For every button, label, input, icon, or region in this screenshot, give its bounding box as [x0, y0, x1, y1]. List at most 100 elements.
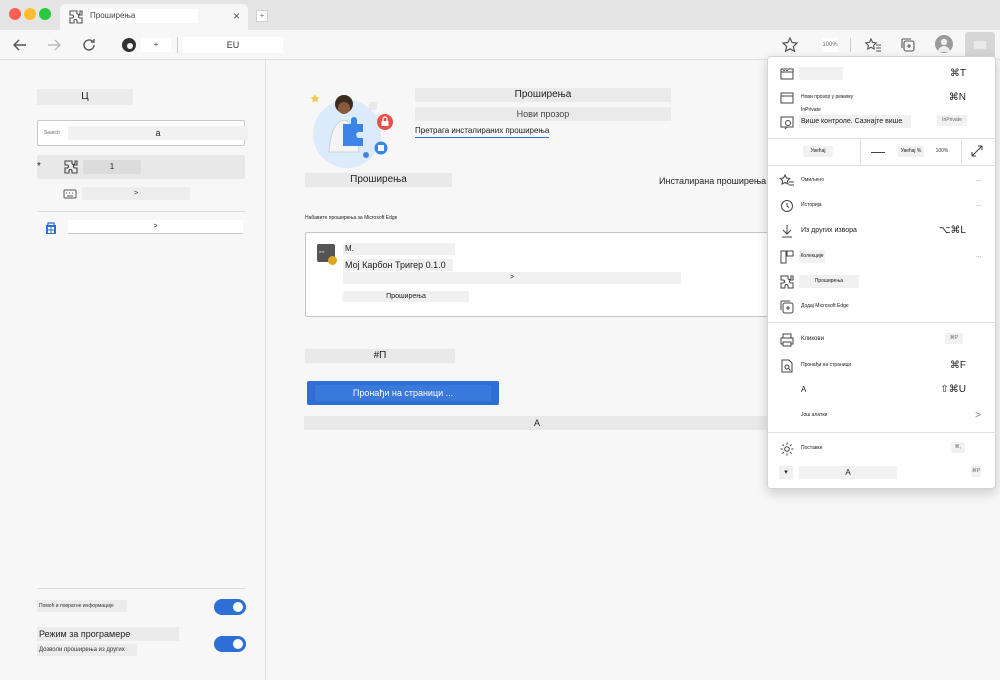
- tab-bar: Проширења × +: [0, 0, 1000, 30]
- puzzle-icon: [64, 160, 78, 174]
- sidebar-item-label: 1: [83, 160, 141, 174]
- menu-item-label: Поставке: [801, 445, 823, 451]
- menu-item-label: Кликови: [801, 336, 824, 342]
- search-input[interactable]: Search a: [37, 120, 248, 146]
- close-window-button[interactable]: [9, 8, 21, 20]
- menu-shortcut: ⌥⌘L: [938, 225, 966, 236]
- sidebar-item-label: >: [82, 187, 190, 200]
- browser-window: Проширења × + + EU 100% Ц Search a * 1 >…: [0, 0, 1000, 680]
- menu-item-extensions[interactable]: Проширења: [768, 271, 997, 293]
- menu-item-label: Пронађи на страници: [801, 362, 852, 368]
- menu-item-settings[interactable]: Поставке ⌘,: [768, 438, 997, 460]
- find-on-page-label: Пронађи на страници ...: [315, 385, 491, 401]
- favorite-star-icon[interactable]: [780, 35, 800, 55]
- menu-item-new-tab[interactable]: ⌘T: [768, 63, 997, 85]
- store-icon: [46, 222, 56, 234]
- more-icon: [974, 41, 986, 49]
- sidebar-divider: [37, 588, 245, 589]
- puzzle-icon: [69, 10, 83, 24]
- history-icon: [781, 200, 793, 212]
- zoom-row: Увећај — Увећај % 100%: [768, 138, 997, 165]
- installed-extensions-label: Инсталирана проширења: [659, 176, 767, 186]
- profile-avatar[interactable]: [935, 35, 953, 53]
- search-icon: Search: [44, 130, 60, 136]
- gear-icon: [780, 442, 794, 456]
- back-button[interactable]: [10, 35, 30, 55]
- menu-shortcut: ⌘F: [949, 360, 966, 371]
- menu-item-label: Још алатки: [801, 412, 828, 418]
- developer-mode-toggle[interactable]: [214, 636, 246, 652]
- window-icon: [780, 92, 794, 104]
- zoom-out-button[interactable]: —: [871, 142, 885, 160]
- forward-button[interactable]: [44, 35, 64, 55]
- menu-item-help[interactable]: ▾ A ⌘P: [768, 462, 997, 484]
- extension-name: M.: [343, 243, 455, 255]
- menu-item-print[interactable]: Кликови ⌘P: [768, 329, 997, 351]
- collections-icon: [780, 300, 794, 314]
- page-title: Проширења: [415, 88, 671, 102]
- address-chip[interactable]: +: [141, 38, 171, 52]
- inprivate-icon: [780, 116, 794, 130]
- favorites-icon: [779, 173, 794, 186]
- menu-item-add-edge[interactable]: Додај Microsoft Edge: [768, 296, 997, 318]
- menu-separator: [768, 432, 997, 433]
- menu-item-downloads[interactable]: Из других извора ⌥⌘L: [768, 220, 997, 242]
- zoom-chip[interactable]: 100%: [822, 38, 838, 52]
- zoom-separator: [860, 138, 861, 165]
- collections-icon[interactable]: [899, 36, 917, 54]
- favorites-icon[interactable]: [864, 36, 882, 54]
- extension-card: ext M. Мој Карбон Тригер 0.1.0 > Прошире…: [305, 232, 771, 317]
- extensions-illustration: [310, 94, 393, 168]
- printer-icon: [780, 333, 794, 347]
- menu-item-label: Историја: [801, 202, 822, 208]
- menu-item-label: Проширења: [799, 275, 859, 288]
- find-on-page-button[interactable]: Пронађи на страници ...: [307, 381, 499, 405]
- menu-shortcut: ⇧⌘U: [940, 384, 966, 395]
- menu-separator: [768, 165, 997, 166]
- address-url[interactable]: EU: [183, 37, 283, 53]
- new-tab-button[interactable]: +: [256, 10, 268, 22]
- sidebar-item-edge-addons[interactable]: >: [44, 220, 245, 236]
- person-icon: [938, 38, 950, 52]
- search-installed-link[interactable]: Претрага инсталираних проширења: [415, 125, 550, 138]
- menu-shortcut: ⌘P: [971, 466, 981, 477]
- get-extensions-note[interactable]: Набавите проширења за Microsoft Edge: [305, 214, 397, 223]
- menu-item-a[interactable]: A ⇧⌘U: [768, 379, 997, 401]
- menu-item-more-tools[interactable]: Још алатки >: [768, 405, 997, 427]
- after-label: A: [304, 416, 770, 430]
- refresh-icon: [83, 39, 95, 51]
- zoom-value: Увећај %: [898, 146, 924, 157]
- menu-shortcut: ⌘N: [948, 92, 966, 103]
- sidebar-divider: [37, 211, 245, 212]
- help-feedback-label: Помоћ и повратне информације: [37, 600, 127, 612]
- settings-and-more-button[interactable]: [965, 32, 995, 58]
- extension-icon-chip: ext: [319, 249, 325, 254]
- extension-details-link[interactable]: Проширења: [343, 291, 469, 302]
- sidebar-item-keyboard-shortcuts[interactable]: >: [60, 186, 245, 202]
- arrow-right-icon: [48, 39, 61, 51]
- sidebar-item-label: >: [68, 220, 243, 234]
- minimize-window-button[interactable]: [24, 8, 36, 20]
- refresh-button[interactable]: [79, 35, 99, 55]
- search-value: a: [68, 126, 248, 140]
- menu-item-label: Додај Microsoft Edge: [801, 303, 849, 309]
- fullscreen-icon[interactable]: [969, 143, 985, 159]
- tab-extensions[interactable]: Проширења ×: [60, 4, 248, 30]
- new-window-label: Нови прозор: [415, 107, 671, 121]
- tab-close-icon[interactable]: ×: [233, 9, 240, 23]
- edge-logo-icon: [122, 38, 136, 52]
- arrow-left-icon: [13, 39, 26, 51]
- sidebar-item-extensions[interactable]: * 1: [37, 155, 245, 179]
- help-feedback-toggle[interactable]: [214, 599, 246, 615]
- menu-item-collections[interactable]: Колекције ...: [768, 246, 997, 268]
- settings-menu: ⌘T Нови прозор у режиму InPrivate ⌘N Виш…: [767, 56, 997, 489]
- maximize-window-button[interactable]: [39, 8, 51, 20]
- keyboard-icon: [63, 189, 77, 199]
- menu-item-new-window[interactable]: Нови прозор у режиму InPrivate ⌘N: [768, 87, 997, 113]
- menu-item-find[interactable]: Пронађи на страници ⌘F: [768, 355, 997, 377]
- menu-shortcut: ...: [975, 253, 981, 259]
- menu-item-inprivate[interactable]: Више контроле. Сазнајте више InPrivate: [768, 111, 997, 133]
- menu-item-favorites[interactable]: Омиљено ...: [768, 170, 997, 192]
- zoom-in-button[interactable]: 100%: [934, 145, 950, 157]
- menu-item-history[interactable]: Историја ...: [768, 195, 997, 217]
